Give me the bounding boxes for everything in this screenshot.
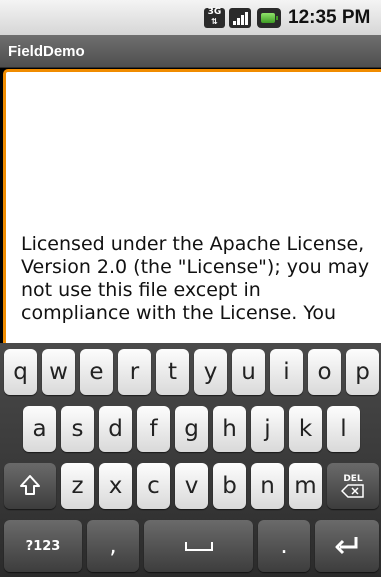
data-arrows-icon: ⇅: [211, 17, 218, 26]
title-bar: FieldDemo: [0, 35, 381, 68]
key-y[interactable]: y: [194, 349, 227, 395]
key-a[interactable]: a: [23, 406, 56, 452]
app-title: FieldDemo: [8, 43, 85, 60]
key-i[interactable]: i: [270, 349, 303, 395]
key-d[interactable]: d: [99, 406, 132, 452]
battery-icon: [257, 8, 281, 28]
delete-key[interactable]: DEL: [327, 463, 379, 509]
edit-field-text: Licensed under the Apache License, Versi…: [21, 233, 370, 324]
multiline-edit-field[interactable]: Licensed under the Apache License, Versi…: [3, 69, 381, 344]
key-w[interactable]: w: [42, 349, 75, 395]
key-l[interactable]: l: [327, 406, 360, 452]
key-b[interactable]: b: [213, 463, 246, 509]
key-h[interactable]: h: [213, 406, 246, 452]
key-j[interactable]: j: [251, 406, 284, 452]
key-r[interactable]: r: [118, 349, 151, 395]
key-m[interactable]: m: [289, 463, 322, 509]
status-bar: 3G ⇅ 12:35 PM: [0, 0, 381, 35]
soft-keyboard: q w e r t y u i o p a s d f g h j k l z …: [0, 343, 381, 577]
shift-key[interactable]: [4, 463, 56, 509]
key-u[interactable]: u: [232, 349, 265, 395]
symbols-key[interactable]: ?123: [4, 520, 82, 572]
key-s[interactable]: s: [61, 406, 94, 452]
key-z[interactable]: z: [61, 463, 94, 509]
key-o[interactable]: o: [308, 349, 341, 395]
key-v[interactable]: v: [175, 463, 208, 509]
enter-key[interactable]: [315, 520, 379, 572]
key-t[interactable]: t: [156, 349, 189, 395]
clock: 12:35 PM: [288, 7, 371, 28]
key-n[interactable]: n: [251, 463, 284, 509]
space-icon: [184, 542, 213, 551]
3g-icon: 3G ⇅: [204, 8, 225, 28]
shift-icon: [20, 475, 40, 495]
key-g[interactable]: g: [175, 406, 208, 452]
backspace-icon: [341, 484, 364, 498]
space-key[interactable]: [144, 520, 253, 572]
key-x[interactable]: x: [99, 463, 132, 509]
network-type-label: 3G: [207, 7, 222, 17]
key-k[interactable]: k: [289, 406, 322, 452]
signal-icon: [229, 8, 251, 28]
comma-key[interactable]: ,: [87, 520, 139, 572]
key-q[interactable]: q: [4, 349, 37, 395]
key-e[interactable]: e: [80, 349, 113, 395]
key-f[interactable]: f: [137, 406, 170, 452]
delete-label: DEL: [343, 474, 363, 484]
period-key[interactable]: .: [258, 520, 310, 572]
key-p[interactable]: p: [346, 349, 379, 395]
key-c[interactable]: c: [137, 463, 170, 509]
enter-icon: [335, 537, 358, 555]
